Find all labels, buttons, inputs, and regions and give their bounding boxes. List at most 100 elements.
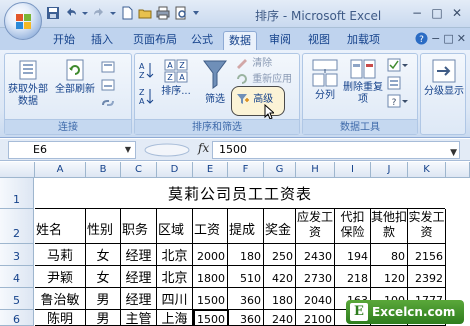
table-cell[interactable]: 420	[264, 266, 296, 288]
sort-descending-icon[interactable]: ZA	[138, 86, 154, 111]
header-cell[interactable]: 性别	[86, 209, 121, 244]
table-cell[interactable]: 2100	[296, 310, 335, 326]
insert-function-icon[interactable]: fx	[198, 141, 209, 155]
column-header-c[interactable]: C	[121, 162, 157, 178]
row-header-1[interactable]: 1	[0, 178, 34, 209]
filter-button[interactable]: 筛选	[199, 58, 231, 106]
open-folder-icon[interactable]	[138, 6, 152, 20]
table-cell[interactable]: 2392	[408, 266, 446, 288]
table-cell[interactable]: 80	[371, 244, 408, 266]
column-header-b[interactable]: B	[86, 162, 121, 178]
table-cell[interactable]: 四川	[157, 288, 193, 310]
header-cell[interactable]: 工资	[193, 209, 228, 244]
save-icon[interactable]	[46, 6, 60, 20]
header-cell[interactable]: 代扣保险	[335, 209, 371, 244]
table-cell[interactable]: 2040	[296, 288, 335, 310]
header-cell[interactable]: 姓名	[35, 209, 86, 244]
ribbon-minimize-button[interactable]: −	[431, 32, 440, 48]
table-cell[interactable]: 180	[228, 244, 264, 266]
table-cell[interactable]: 1500	[193, 288, 228, 310]
sort-ascending-icon[interactable]: AZ	[138, 60, 154, 85]
column-header-d[interactable]: D	[157, 162, 193, 178]
column-header-g[interactable]: G	[264, 162, 296, 178]
table-cell[interactable]: 2730	[296, 266, 335, 288]
table-cell[interactable]: 218	[335, 266, 371, 288]
header-cell[interactable]: 提成	[228, 209, 264, 244]
what-if-analysis-icon[interactable]: ?	[387, 94, 409, 113]
table-cell[interactable]: 180	[264, 288, 296, 310]
refresh-all-button[interactable]: 全部刷新	[53, 58, 97, 96]
table-cell[interactable]: 马莉	[35, 244, 86, 266]
tab-review[interactable]: 审阅	[264, 31, 296, 50]
dropdown-arrow-icon[interactable]	[82, 6, 88, 20]
office-button[interactable]	[4, 2, 42, 40]
table-cell[interactable]: 主管	[121, 310, 157, 326]
column-header-a[interactable]: A	[35, 162, 86, 178]
ribbon-restore-button[interactable]: □	[443, 32, 453, 48]
tab-page-layout[interactable]: 页面布局	[128, 31, 182, 50]
table-cell[interactable]: 510	[228, 266, 264, 288]
table-cell[interactable]: 经理	[121, 288, 157, 310]
print-icon[interactable]	[156, 6, 170, 20]
row-header-4[interactable]: 4	[0, 266, 34, 288]
formula-input[interactable]: 1500 ▼	[212, 141, 460, 159]
text-to-columns-button[interactable]: 分列	[307, 58, 343, 102]
table-cell[interactable]: 240	[264, 310, 296, 326]
get-external-data-button[interactable]: 获取外部数据	[7, 58, 49, 108]
table-cell[interactable]: 经理	[121, 244, 157, 266]
customize-qat-icon[interactable]	[192, 6, 200, 20]
table-cell[interactable]: 陈明	[35, 310, 86, 326]
table-cell[interactable]: 鲁治敏	[35, 288, 86, 310]
ribbon-close-button[interactable]: ✕	[457, 32, 466, 48]
data-validation-icon[interactable]	[387, 58, 409, 77]
table-cell[interactable]: 2000	[193, 244, 228, 266]
remove-duplicates-button[interactable]: 删除重复项	[343, 58, 383, 106]
column-header-next[interactable]	[446, 162, 470, 178]
column-header-j[interactable]: J	[371, 162, 408, 178]
edit-links-icon[interactable]	[101, 96, 115, 115]
header-cell[interactable]: 其他扣款	[371, 209, 408, 244]
undo-icon[interactable]	[64, 6, 78, 20]
table-cell[interactable]: 女	[86, 266, 121, 288]
header-cell[interactable]: 实发工资	[408, 209, 446, 244]
tab-addins[interactable]: 加载项	[342, 31, 385, 50]
table-cell[interactable]: 120	[371, 266, 408, 288]
tab-data[interactable]: 数据	[223, 31, 257, 50]
redo-icon[interactable]	[92, 6, 106, 20]
expand-formula-bar-icon[interactable]: ▼	[450, 145, 457, 161]
clear-button[interactable]: 清除	[235, 57, 272, 71]
table-cell[interactable]: 尹颖	[35, 266, 86, 288]
table-cell[interactable]: 北京	[157, 244, 193, 266]
select-all-corner[interactable]	[0, 162, 35, 178]
column-header-i[interactable]: I	[335, 162, 371, 178]
column-header-f[interactable]: F	[228, 162, 264, 178]
tab-view[interactable]: 视图	[303, 31, 335, 50]
table-cell[interactable]: 上海	[157, 310, 193, 326]
reapply-button[interactable]: 重新应用	[235, 73, 292, 87]
row-header-5[interactable]: 5	[0, 288, 34, 310]
table-cell[interactable]: 北京	[157, 266, 193, 288]
header-cell[interactable]: 应发工资	[296, 209, 335, 244]
column-header-k[interactable]: K	[408, 162, 446, 178]
column-header-e[interactable]: E	[193, 162, 228, 178]
close-button[interactable]: ✕	[448, 5, 466, 21]
row-header-3[interactable]: 3	[0, 244, 34, 266]
maximize-button[interactable]: □	[428, 5, 446, 21]
row-header-6[interactable]: 6	[0, 310, 34, 326]
name-box[interactable]: E6 ▼	[8, 141, 136, 159]
print-preview-icon[interactable]	[174, 6, 188, 20]
consolidate-icon[interactable]	[387, 76, 409, 95]
minimize-button[interactable]: −	[408, 5, 426, 21]
table-cell[interactable]: 女	[86, 244, 121, 266]
table-cell[interactable]: 男	[86, 288, 121, 310]
table-cell[interactable]: 男	[86, 310, 121, 326]
properties-icon[interactable]	[101, 78, 115, 97]
sheet-title[interactable]: 莫莉公司员工工资表	[35, 179, 445, 209]
outline-button[interactable]: 分级显示	[422, 58, 466, 98]
table-cell[interactable]: 194	[335, 244, 371, 266]
table-cell[interactable]: 360	[228, 288, 264, 310]
help-icon[interactable]: ?	[415, 32, 428, 48]
column-header-h[interactable]: H	[296, 162, 335, 178]
table-cell[interactable]: 360	[228, 310, 264, 326]
tab-formulas[interactable]: 公式	[186, 31, 218, 50]
